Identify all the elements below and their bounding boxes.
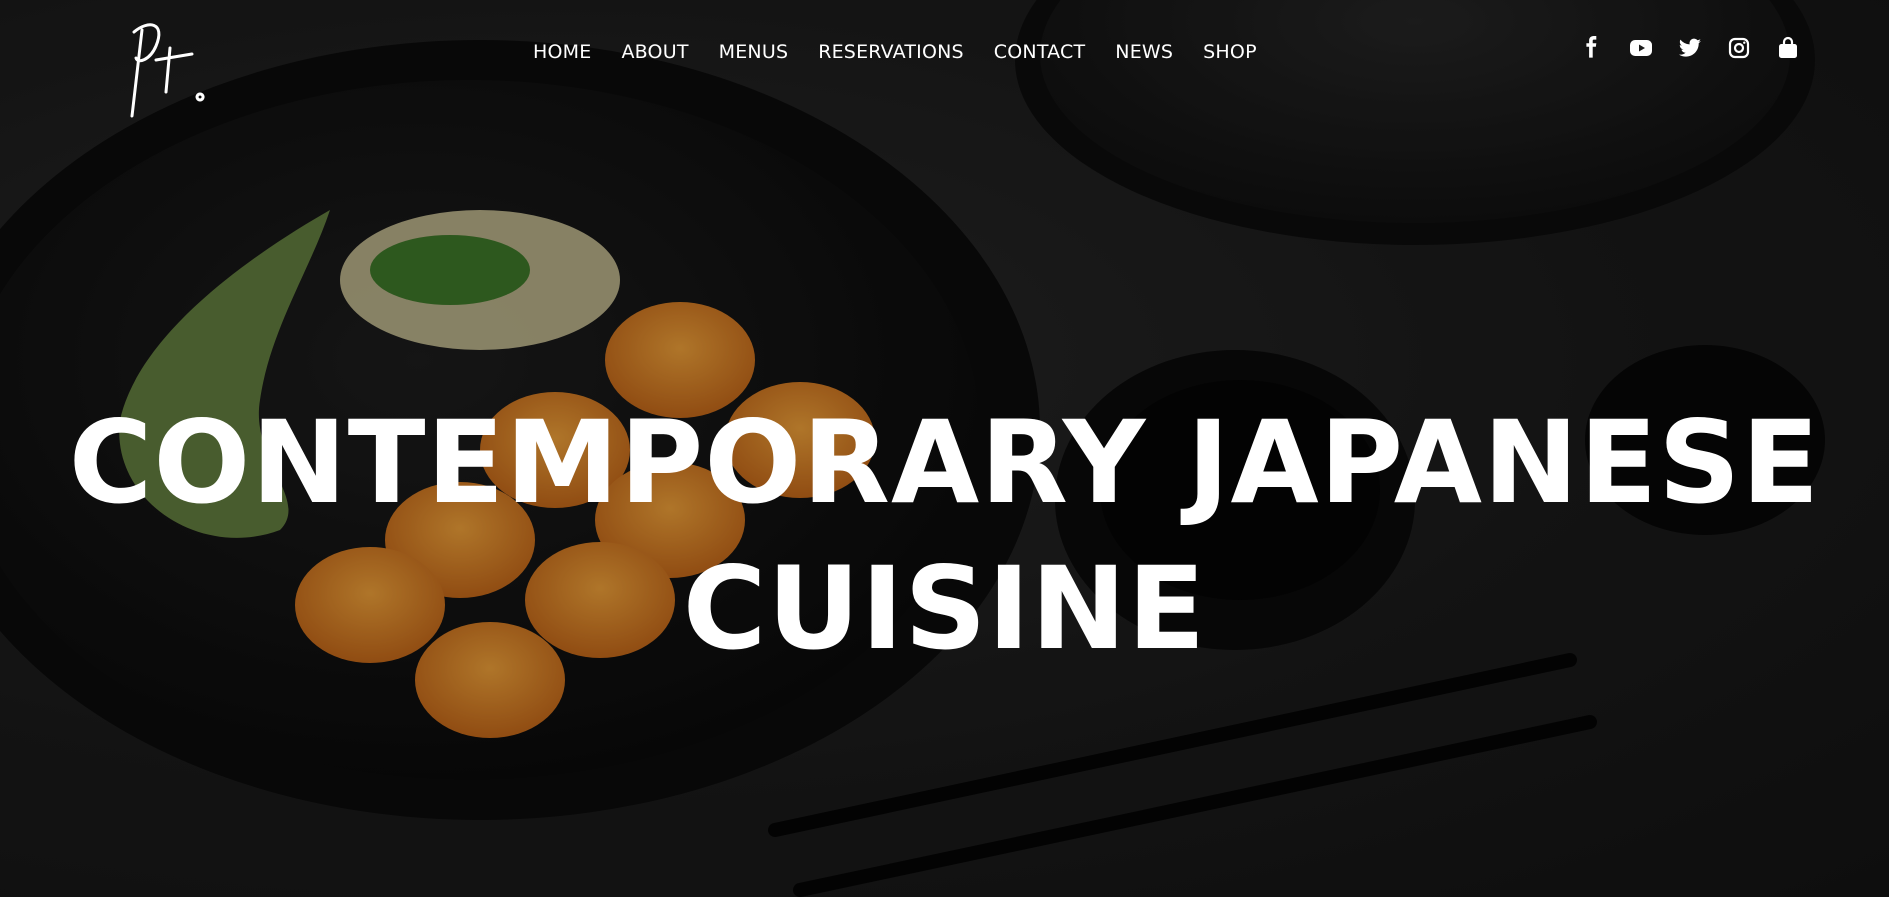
social-links (1580, 36, 1825, 60)
nav-item-menus[interactable]: MENUS (719, 40, 789, 64)
nav-item-shop[interactable]: SHOP (1203, 40, 1257, 64)
twitter-icon[interactable] (1678, 36, 1702, 60)
hero-headline: CONTEMPORARY JAPANESE CUISINE (0, 390, 1889, 682)
nav-item-contact[interactable]: CONTACT (994, 40, 1086, 64)
hero-headline-line1: CONTEMPORARY JAPANESE (68, 396, 1821, 529)
hero-headline-line2: CUISINE (682, 542, 1207, 675)
site-logo[interactable] (126, 12, 210, 122)
nav-item-reservations[interactable]: RESERVATIONS (818, 40, 964, 64)
youtube-icon[interactable] (1629, 36, 1653, 60)
nav-item-home[interactable]: HOME (533, 40, 591, 64)
nav-item-about[interactable]: ABOUT (621, 40, 688, 64)
facebook-icon[interactable] (1580, 36, 1604, 60)
main-nav: HOME ABOUT MENUS RESERVATIONS CONTACT NE… (533, 40, 1287, 64)
nav-item-news[interactable]: NEWS (1115, 40, 1173, 64)
shopping-bag-icon[interactable] (1776, 36, 1800, 60)
instagram-icon[interactable] (1727, 36, 1751, 60)
hero-section: HOME ABOUT MENUS RESERVATIONS CONTACT NE… (0, 0, 1889, 897)
